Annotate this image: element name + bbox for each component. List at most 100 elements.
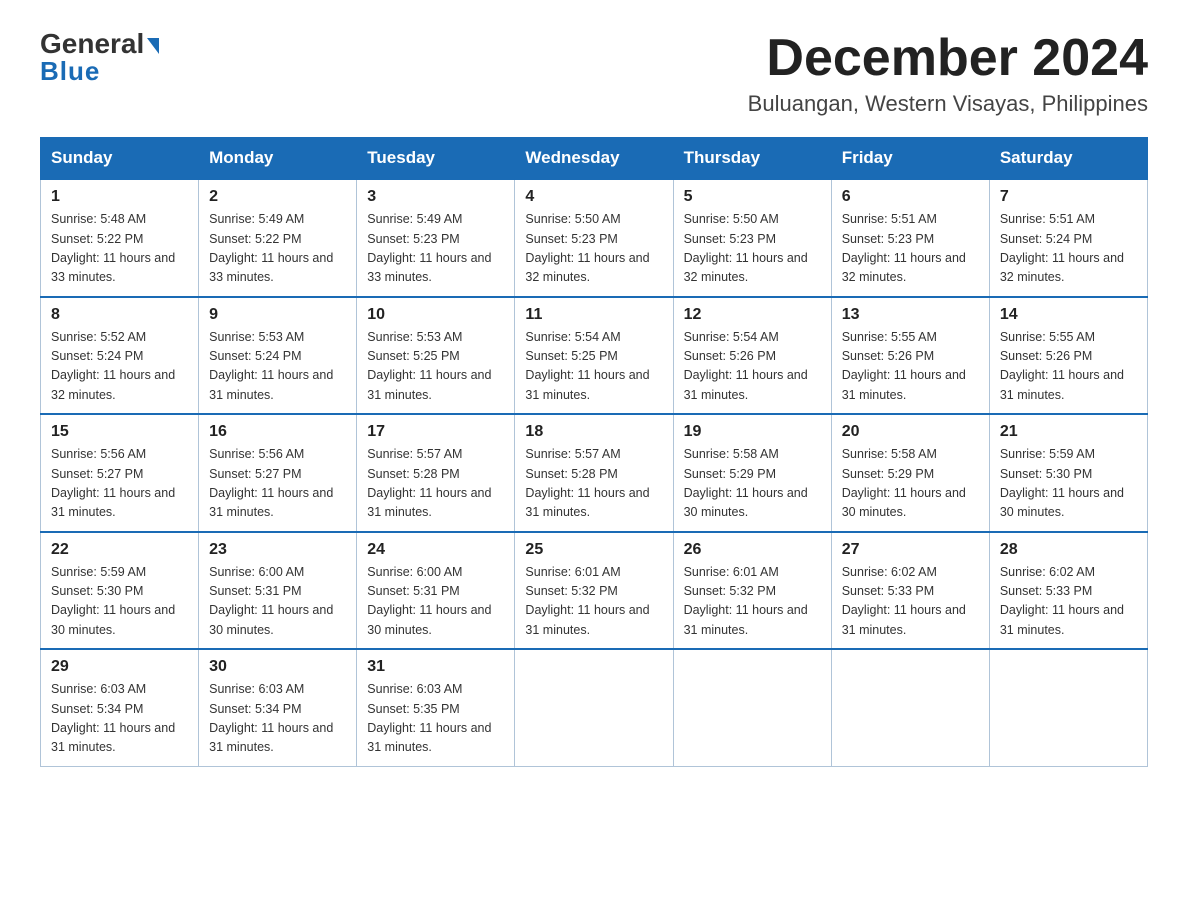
calendar-cell: 24 Sunrise: 6:00 AMSunset: 5:31 PMDayligh… <box>357 532 515 650</box>
day-number: 22 <box>51 541 188 559</box>
calendar-week-4: 22 Sunrise: 5:59 AMSunset: 5:30 PMDayligh… <box>41 532 1148 650</box>
weekday-header-saturday: Saturday <box>989 138 1147 180</box>
day-number: 7 <box>1000 188 1137 206</box>
calendar-cell <box>515 649 673 766</box>
day-info: Sunrise: 6:03 AMSunset: 5:34 PMDaylight:… <box>51 680 188 758</box>
weekday-header-wednesday: Wednesday <box>515 138 673 180</box>
day-number: 11 <box>525 306 662 324</box>
day-number: 15 <box>51 423 188 441</box>
day-number: 12 <box>684 306 821 324</box>
day-number: 20 <box>842 423 979 441</box>
day-info: Sunrise: 6:02 AMSunset: 5:33 PMDaylight:… <box>1000 563 1137 641</box>
day-number: 1 <box>51 188 188 206</box>
day-info: Sunrise: 5:54 AMSunset: 5:26 PMDaylight:… <box>684 328 821 406</box>
calendar-cell: 23 Sunrise: 6:00 AMSunset: 5:31 PMDayligh… <box>199 532 357 650</box>
day-number: 25 <box>525 541 662 559</box>
weekday-header-friday: Friday <box>831 138 989 180</box>
day-number: 24 <box>367 541 504 559</box>
day-info: Sunrise: 6:02 AMSunset: 5:33 PMDaylight:… <box>842 563 979 641</box>
calendar-cell: 29 Sunrise: 6:03 AMSunset: 5:34 PMDayligh… <box>41 649 199 766</box>
calendar-cell: 15 Sunrise: 5:56 AMSunset: 5:27 PMDayligh… <box>41 414 199 532</box>
calendar-table: SundayMondayTuesdayWednesdayThursdayFrid… <box>40 137 1148 767</box>
calendar-cell: 8Sunrise: 5:52 AMSunset: 5:24 PMDaylight… <box>41 297 199 415</box>
day-number: 10 <box>367 306 504 324</box>
day-info: Sunrise: 5:58 AMSunset: 5:29 PMDaylight:… <box>842 445 979 523</box>
logo-blue: Blue <box>40 56 100 87</box>
calendar-week-2: 8Sunrise: 5:52 AMSunset: 5:24 PMDaylight… <box>41 297 1148 415</box>
calendar-cell: 31Sunrise: 6:03 AMSunset: 5:35 PMDayligh… <box>357 649 515 766</box>
logo: General Blue <box>40 30 159 87</box>
calendar-cell: 28 Sunrise: 6:02 AMSunset: 5:33 PMDayligh… <box>989 532 1147 650</box>
calendar-cell: 9Sunrise: 5:53 AMSunset: 5:24 PMDaylight… <box>199 297 357 415</box>
day-info: Sunrise: 5:50 AMSunset: 5:23 PMDaylight:… <box>525 210 662 288</box>
calendar-cell: 14 Sunrise: 5:55 AMSunset: 5:26 PMDayligh… <box>989 297 1147 415</box>
calendar-cell <box>673 649 831 766</box>
day-number: 18 <box>525 423 662 441</box>
weekday-header-thursday: Thursday <box>673 138 831 180</box>
day-info: Sunrise: 5:55 AMSunset: 5:26 PMDaylight:… <box>1000 328 1137 406</box>
calendar-cell: 22 Sunrise: 5:59 AMSunset: 5:30 PMDayligh… <box>41 532 199 650</box>
month-title: December 2024 <box>748 30 1148 87</box>
day-info: Sunrise: 5:52 AMSunset: 5:24 PMDaylight:… <box>51 328 188 406</box>
day-number: 23 <box>209 541 346 559</box>
day-info: Sunrise: 5:58 AMSunset: 5:29 PMDaylight:… <box>684 445 821 523</box>
day-number: 30 <box>209 658 346 676</box>
calendar-cell: 7 Sunrise: 5:51 AMSunset: 5:24 PMDaylight… <box>989 179 1147 297</box>
calendar-cell: 2 Sunrise: 5:49 AMSunset: 5:22 PMDaylight… <box>199 179 357 297</box>
day-number: 28 <box>1000 541 1137 559</box>
day-info: Sunrise: 6:01 AMSunset: 5:32 PMDaylight:… <box>525 563 662 641</box>
day-info: Sunrise: 5:50 AMSunset: 5:23 PMDaylight:… <box>684 210 821 288</box>
day-info: Sunrise: 6:00 AMSunset: 5:31 PMDaylight:… <box>209 563 346 641</box>
calendar-cell: 12 Sunrise: 5:54 AMSunset: 5:26 PMDayligh… <box>673 297 831 415</box>
calendar-cell: 25 Sunrise: 6:01 AMSunset: 5:32 PMDayligh… <box>515 532 673 650</box>
calendar-cell: 18 Sunrise: 5:57 AMSunset: 5:28 PMDayligh… <box>515 414 673 532</box>
day-info: Sunrise: 6:03 AMSunset: 5:35 PMDaylight:… <box>367 680 504 758</box>
day-number: 26 <box>684 541 821 559</box>
calendar-cell: 21Sunrise: 5:59 AMSunset: 5:30 PMDayligh… <box>989 414 1147 532</box>
day-info: Sunrise: 6:00 AMSunset: 5:31 PMDaylight:… <box>367 563 504 641</box>
day-number: 4 <box>525 188 662 206</box>
weekday-header-monday: Monday <box>199 138 357 180</box>
day-number: 13 <box>842 306 979 324</box>
calendar-cell <box>831 649 989 766</box>
day-info: Sunrise: 5:51 AMSunset: 5:24 PMDaylight:… <box>1000 210 1137 288</box>
calendar-cell: 19 Sunrise: 5:58 AMSunset: 5:29 PMDayligh… <box>673 414 831 532</box>
day-info: Sunrise: 5:59 AMSunset: 5:30 PMDaylight:… <box>1000 445 1137 523</box>
day-number: 2 <box>209 188 346 206</box>
day-info: Sunrise: 5:55 AMSunset: 5:26 PMDaylight:… <box>842 328 979 406</box>
day-number: 27 <box>842 541 979 559</box>
weekday-header-tuesday: Tuesday <box>357 138 515 180</box>
calendar-cell: 1 Sunrise: 5:48 AMSunset: 5:22 PMDaylight… <box>41 179 199 297</box>
day-info: Sunrise: 5:59 AMSunset: 5:30 PMDaylight:… <box>51 563 188 641</box>
day-info: Sunrise: 5:51 AMSunset: 5:23 PMDaylight:… <box>842 210 979 288</box>
calendar-cell: 6Sunrise: 5:51 AMSunset: 5:23 PMDaylight… <box>831 179 989 297</box>
day-number: 14 <box>1000 306 1137 324</box>
calendar-cell: 10 Sunrise: 5:53 AMSunset: 5:25 PMDayligh… <box>357 297 515 415</box>
calendar-cell: 17Sunrise: 5:57 AMSunset: 5:28 PMDayligh… <box>357 414 515 532</box>
day-number: 3 <box>367 188 504 206</box>
calendar-cell: 26Sunrise: 6:01 AMSunset: 5:32 PMDayligh… <box>673 532 831 650</box>
logo-general: General <box>40 30 159 58</box>
calendar-cell: 16Sunrise: 5:56 AMSunset: 5:27 PMDayligh… <box>199 414 357 532</box>
day-number: 5 <box>684 188 821 206</box>
day-info: Sunrise: 5:49 AMSunset: 5:22 PMDaylight:… <box>209 210 346 288</box>
location-title: Buluangan, Western Visayas, Philippines <box>748 91 1148 117</box>
day-info: Sunrise: 5:48 AMSunset: 5:22 PMDaylight:… <box>51 210 188 288</box>
day-info: Sunrise: 5:56 AMSunset: 5:27 PMDaylight:… <box>209 445 346 523</box>
day-number: 9 <box>209 306 346 324</box>
calendar-cell: 30 Sunrise: 6:03 AMSunset: 5:34 PMDayligh… <box>199 649 357 766</box>
day-info: Sunrise: 5:53 AMSunset: 5:25 PMDaylight:… <box>367 328 504 406</box>
page-header: General Blue December 2024 Buluangan, We… <box>40 30 1148 117</box>
day-number: 19 <box>684 423 821 441</box>
day-info: Sunrise: 6:03 AMSunset: 5:34 PMDaylight:… <box>209 680 346 758</box>
day-info: Sunrise: 5:56 AMSunset: 5:27 PMDaylight:… <box>51 445 188 523</box>
calendar-cell: 3Sunrise: 5:49 AMSunset: 5:23 PMDaylight… <box>357 179 515 297</box>
calendar-cell: 5 Sunrise: 5:50 AMSunset: 5:23 PMDaylight… <box>673 179 831 297</box>
calendar-cell: 11Sunrise: 5:54 AMSunset: 5:25 PMDayligh… <box>515 297 673 415</box>
day-info: Sunrise: 5:57 AMSunset: 5:28 PMDaylight:… <box>525 445 662 523</box>
day-number: 29 <box>51 658 188 676</box>
weekday-header-sunday: Sunday <box>41 138 199 180</box>
calendar-cell: 13 Sunrise: 5:55 AMSunset: 5:26 PMDayligh… <box>831 297 989 415</box>
calendar-cell <box>989 649 1147 766</box>
calendar-cell: 20 Sunrise: 5:58 AMSunset: 5:29 PMDayligh… <box>831 414 989 532</box>
